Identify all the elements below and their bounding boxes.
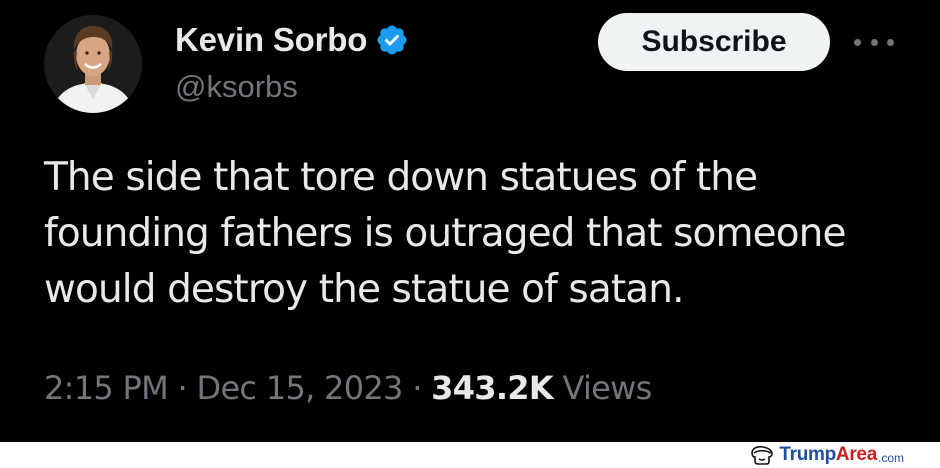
hair-logo-icon [751, 445, 774, 465]
tweet-date[interactable]: Dec 15, 2023 [197, 369, 404, 407]
more-dot [887, 38, 894, 46]
more-dot [870, 38, 878, 46]
watermark-brand-accent: Area [835, 444, 877, 465]
watermark-tld: .com [877, 450, 904, 465]
more-dot [854, 38, 861, 46]
author-display-name[interactable]: Kevin Sorbo [175, 21, 367, 59]
tweet-metadata: 2:15 PM · Dec 15, 2023 · 343.2K Views [44, 369, 652, 407]
watermark-brand-primary: Trump [779, 444, 836, 465]
watermark-brand: TrumpArea [779, 444, 877, 466]
avatar-photo [44, 15, 142, 113]
subscribe-button[interactable]: Subscribe [598, 13, 830, 71]
author-handle[interactable]: @ksorbs [175, 69, 298, 105]
views-label: Views [562, 369, 652, 407]
tweet-card: Kevin Sorbo @ksorbs Subscribe The side t… [0, 0, 940, 442]
watermark: TrumpArea .com [750, 444, 904, 466]
author-name-row: Kevin Sorbo [175, 18, 409, 62]
avatar[interactable] [44, 15, 142, 113]
more-options-icon[interactable] [854, 28, 894, 56]
meta-separator: · [177, 369, 188, 407]
views-count[interactable]: 343.2K [431, 369, 554, 407]
verified-badge-icon[interactable] [375, 23, 409, 57]
tweet-time[interactable]: 2:15 PM [44, 369, 169, 407]
meta-separator: · [412, 369, 422, 407]
watermark-bar: TrumpArea .com [0, 442, 940, 468]
tweet-text: The side that tore down statues of the f… [44, 155, 846, 312]
